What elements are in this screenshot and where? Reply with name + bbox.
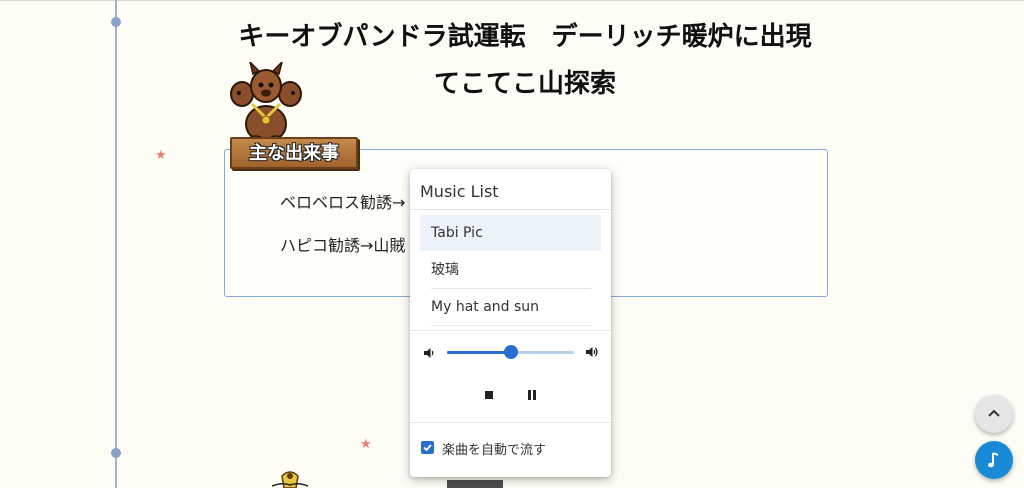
music-list-title: Music List (420, 182, 499, 201)
scroll-top-button[interactable] (975, 395, 1013, 433)
track-item[interactable]: My hat and sun (420, 289, 601, 325)
title-line-1: キーオブパンドラ試運転 デーリッチ暖炉に出現 (238, 22, 812, 52)
stop-button[interactable] (477, 383, 501, 407)
divider (431, 325, 591, 326)
trophy-illustration (271, 471, 309, 488)
mascot-dog-illustration (230, 62, 302, 144)
divider (410, 209, 611, 210)
pause-button[interactable] (520, 383, 544, 407)
divider (410, 422, 611, 423)
autoplay-checkbox[interactable] (421, 441, 434, 454)
divider (410, 330, 611, 331)
timeline-line (115, 0, 117, 488)
music-list-panel: Music List Tabi Pic 玻璃 My hat and sun 楽曲… (410, 169, 611, 477)
timeline-dot (111, 448, 121, 458)
volume-down-icon[interactable] (422, 346, 436, 360)
music-toggle-button[interactable] (975, 441, 1013, 479)
timeline-dot (111, 17, 121, 27)
title-line-2: てこてこ山探索 (433, 69, 616, 99)
star-icon: ★ (360, 437, 372, 452)
star-icon: ★ (155, 148, 167, 163)
event-item: ベロベロス勧誘→ (280, 193, 406, 212)
music-note-icon (988, 452, 999, 468)
track-item[interactable]: 玻璃 (420, 252, 601, 288)
volume-up-icon[interactable] (585, 345, 599, 359)
autoplay-label: 楽曲を自動で流す (442, 443, 547, 458)
event-item: ハピコ勧誘→山賊 (280, 236, 406, 255)
track-item[interactable]: Tabi Pic (420, 215, 601, 251)
volume-slider-thumb[interactable] (503, 345, 518, 359)
volume-slider[interactable] (447, 345, 574, 359)
cut-off-heading (447, 480, 503, 488)
chevron-up-icon (988, 409, 1000, 417)
events-section-label: 主な出来事 (230, 137, 358, 169)
top-border (0, 0, 1024, 1)
volume-slider-fill (447, 351, 511, 354)
